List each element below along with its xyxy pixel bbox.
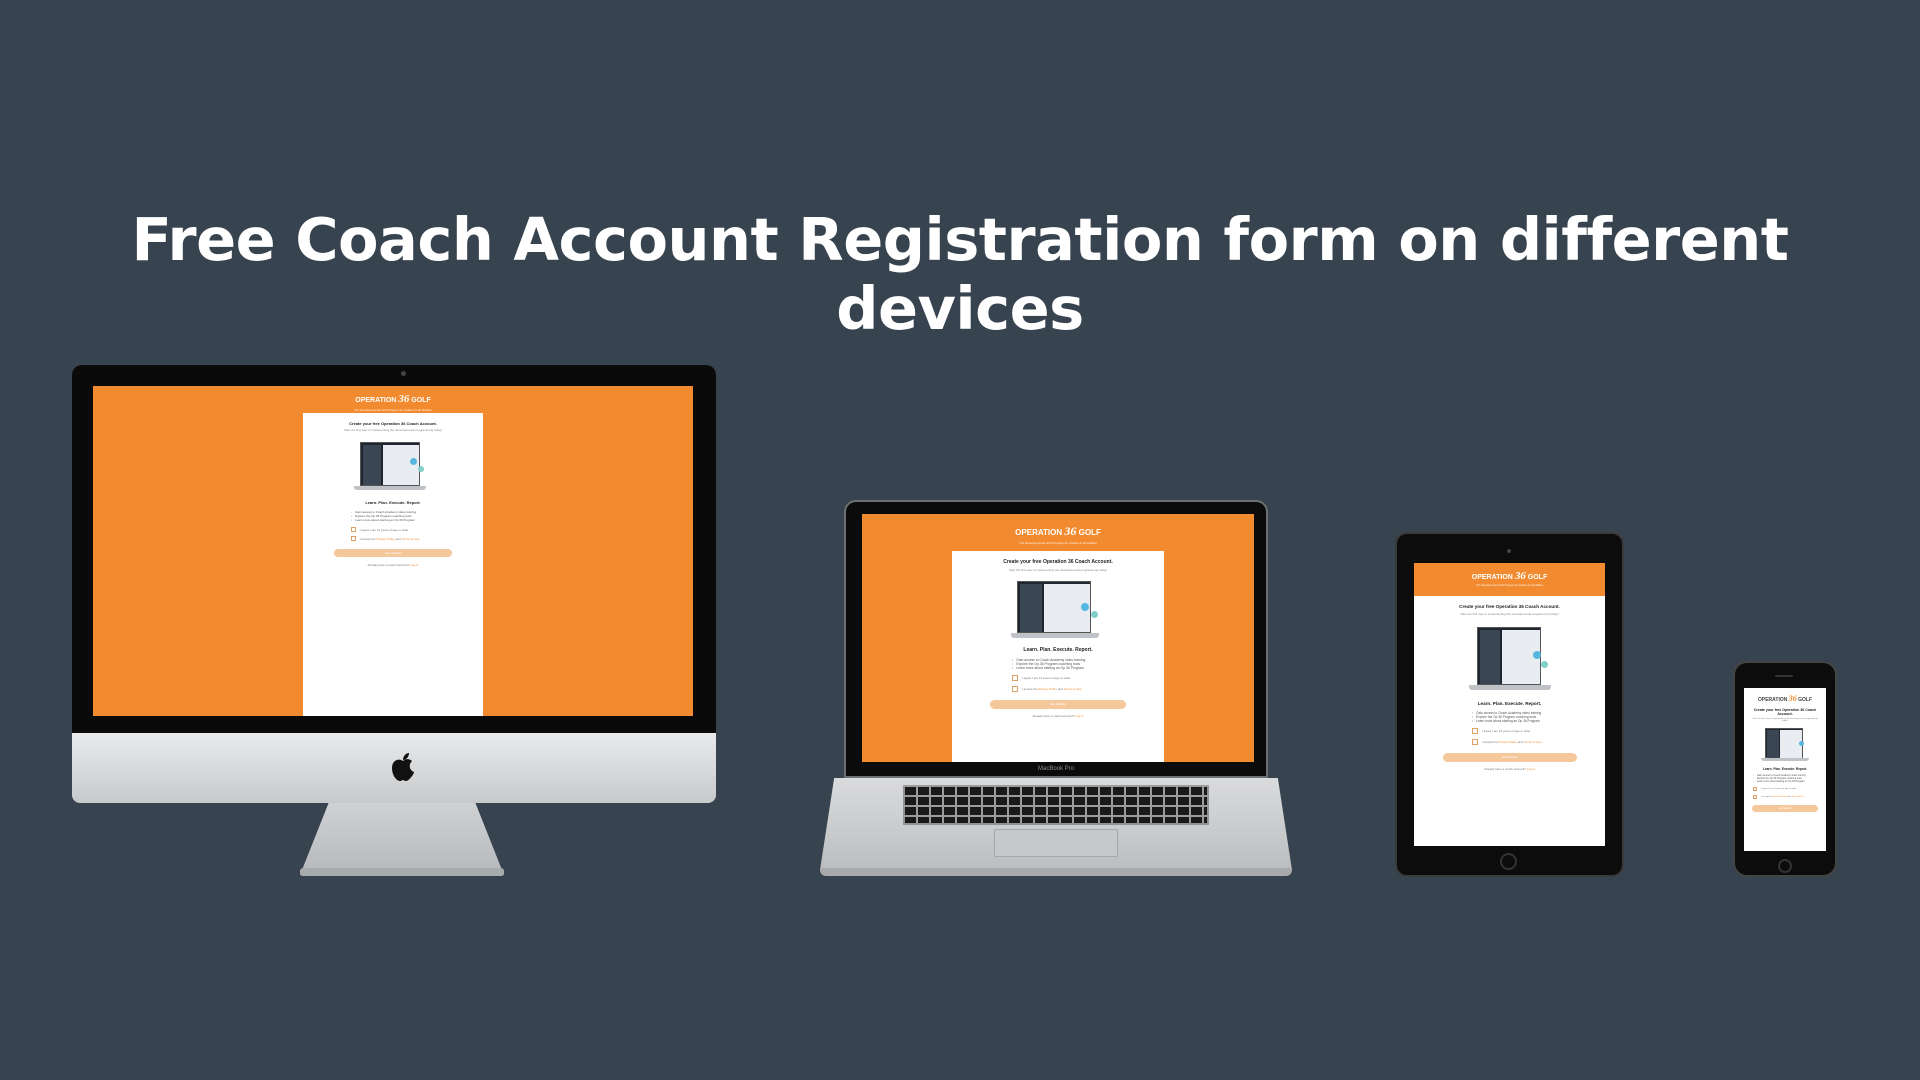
section-heading: Learn. Plan. Execute. Report. xyxy=(1762,767,1808,771)
imac-foot xyxy=(300,868,504,876)
login-link[interactable]: Log in xyxy=(410,563,418,567)
get-started-button[interactable]: Get Started xyxy=(1442,753,1577,762)
macbook-label: MacBook Pro xyxy=(1037,766,1074,772)
age-checkbox[interactable] xyxy=(1472,728,1478,734)
imac-brand-logo: OPERATION 36 GOLF xyxy=(355,393,431,405)
terms-link[interactable]: Terms of Use xyxy=(1524,740,1542,744)
ipad-brand-logo: OPERATION 36 GOLF xyxy=(1471,570,1548,582)
get-started-button[interactable]: Get Started xyxy=(990,700,1126,709)
age-checkbox[interactable] xyxy=(351,527,356,532)
form-subtitle: Take the first step to implementing the … xyxy=(343,428,443,432)
already-have-account: Already have a coach account? Log in xyxy=(367,563,419,567)
terms-link[interactable]: Terms of Use xyxy=(1791,796,1804,798)
dashboard-mockup-image xyxy=(1755,725,1815,765)
apple-logo-icon xyxy=(392,753,414,781)
macbook-keyboard-rows xyxy=(903,785,1209,825)
terms-link[interactable]: Terms of Use xyxy=(1064,687,1082,691)
macbook-tagline: The Developmental Golf Program for Golfe… xyxy=(1019,541,1097,545)
age-checkbox-row[interactable]: I agree I am 13 years of age or older xyxy=(1472,728,1605,734)
imac-tagline: The Developmental Golf Program for Golfe… xyxy=(354,408,432,412)
section-heading: Learn. Plan. Execute. Report. xyxy=(1477,701,1542,706)
macbook-lip xyxy=(820,868,1292,876)
section-heading: Learn. Plan. Execute. Report. xyxy=(365,500,421,505)
privacy-link[interactable]: Privacy Policy xyxy=(376,537,395,541)
ipad-form-card: Create your free Operation 36 Coach Acco… xyxy=(1414,596,1605,846)
privacy-link[interactable]: Privacy Policy xyxy=(1038,687,1057,691)
age-checkbox-row[interactable]: I agree I am 13 years of age or older xyxy=(351,527,483,532)
iphone-speaker xyxy=(1775,675,1793,677)
ipad-camera xyxy=(1507,549,1511,553)
dashboard-mockup-image xyxy=(348,438,438,498)
privacy-link[interactable]: Privacy Policy xyxy=(1773,796,1787,798)
page-headline: Free Coach Account Registration form on … xyxy=(131,205,1789,343)
form-subtitle: Take the first step to implementing the … xyxy=(1460,612,1559,616)
bullet-item: Learn more about starting an Op 36 Progr… xyxy=(351,518,483,522)
iphone-screen: OPERATION 36 GOLF Create your free Opera… xyxy=(1744,688,1826,851)
get-started-button[interactable]: Get Started xyxy=(1752,805,1818,812)
terms-checkbox-row[interactable]: I accept the Privacy Policy and Terms of… xyxy=(1472,739,1605,745)
terms-checkbox[interactable] xyxy=(1012,686,1018,692)
imac-camera xyxy=(401,371,406,376)
already-have-account: Already have a coach account? Log in xyxy=(1032,714,1084,718)
age-checkbox-row[interactable]: I agree I am 13 years of age or older xyxy=(1753,787,1826,791)
terms-link[interactable]: Terms of Use xyxy=(402,537,420,541)
form-title: Create your free Operation 36 Coach Acco… xyxy=(1459,604,1560,609)
macbook-form-card: Create your free Operation 36 Coach Acco… xyxy=(952,551,1164,762)
bullet-item: Learn more about starting an Op 36 Progr… xyxy=(1753,780,1826,783)
macbook-trackpad xyxy=(994,829,1118,857)
ipad-tagline: The Developmental Golf Program for Golfe… xyxy=(1475,584,1544,587)
bullet-item: Learn more about starting an Op 36 Progr… xyxy=(1012,666,1164,670)
section-heading: Learn. Plan. Execute. Report. xyxy=(1023,647,1093,653)
imac-screen: OPERATION 36 GOLF The Developmental Golf… xyxy=(93,386,693,716)
form-subtitle: Take the first step to implementing the … xyxy=(1008,568,1108,572)
form-title: Create your free Operation 36 Coach Acco… xyxy=(1003,559,1113,565)
age-checkbox[interactable] xyxy=(1753,787,1757,791)
terms-checkbox[interactable] xyxy=(351,536,356,541)
login-link[interactable]: Log in xyxy=(1527,767,1535,771)
iphone-form-card: Create your free Operation 36 Coach Acco… xyxy=(1744,705,1826,851)
dashboard-mockup-image xyxy=(1455,621,1565,697)
get-started-button[interactable]: Get Started xyxy=(334,549,452,557)
form-title: Create your free Operation 36 Coach Acco… xyxy=(1753,708,1817,716)
privacy-link[interactable]: Privacy Policy xyxy=(1498,740,1517,744)
age-checkbox[interactable] xyxy=(1012,675,1018,681)
form-subtitle: Take the first step to implementing the … xyxy=(1752,718,1818,722)
age-checkbox-row[interactable]: I agree I am 13 years of age or older xyxy=(1012,675,1164,681)
form-title: Create your free Operation 36 Coach Acco… xyxy=(349,421,437,426)
dashboard-mockup-image xyxy=(1003,577,1113,643)
macbook-screen: OPERATION 36 GOLF The Developmental Golf… xyxy=(862,514,1254,762)
ipad-header: OPERATION 36 GOLF The Developmental Golf… xyxy=(1414,563,1605,596)
ipad-screen: OPERATION 36 GOLF The Developmental Golf… xyxy=(1414,563,1605,846)
terms-checkbox-row[interactable]: I accept the Privacy Policy and Terms of… xyxy=(1012,686,1164,692)
bullet-item: Learn more about starting an Op 36 Progr… xyxy=(1472,719,1605,723)
login-link[interactable]: Log in xyxy=(1075,714,1083,718)
terms-checkbox-row[interactable]: I accept the Privacy Policy and Terms of… xyxy=(1753,795,1826,799)
terms-checkbox[interactable] xyxy=(1753,795,1757,799)
ipad-home-button xyxy=(1500,853,1517,870)
terms-checkbox[interactable] xyxy=(1472,739,1478,745)
imac-form-card: Create your free Operation 36 Coach Acco… xyxy=(303,413,483,716)
macbook-brand-logo: OPERATION 36 GOLF xyxy=(1015,524,1101,538)
terms-checkbox-row[interactable]: I accept the Privacy Policy and Terms of… xyxy=(351,536,483,541)
iphone-home-button xyxy=(1778,859,1792,873)
iphone-brand-logo: OPERATION 36 GOLF xyxy=(1757,694,1813,703)
already-have-account: Already have a coach account? Log in xyxy=(1484,767,1535,771)
imac-stand xyxy=(300,803,504,875)
